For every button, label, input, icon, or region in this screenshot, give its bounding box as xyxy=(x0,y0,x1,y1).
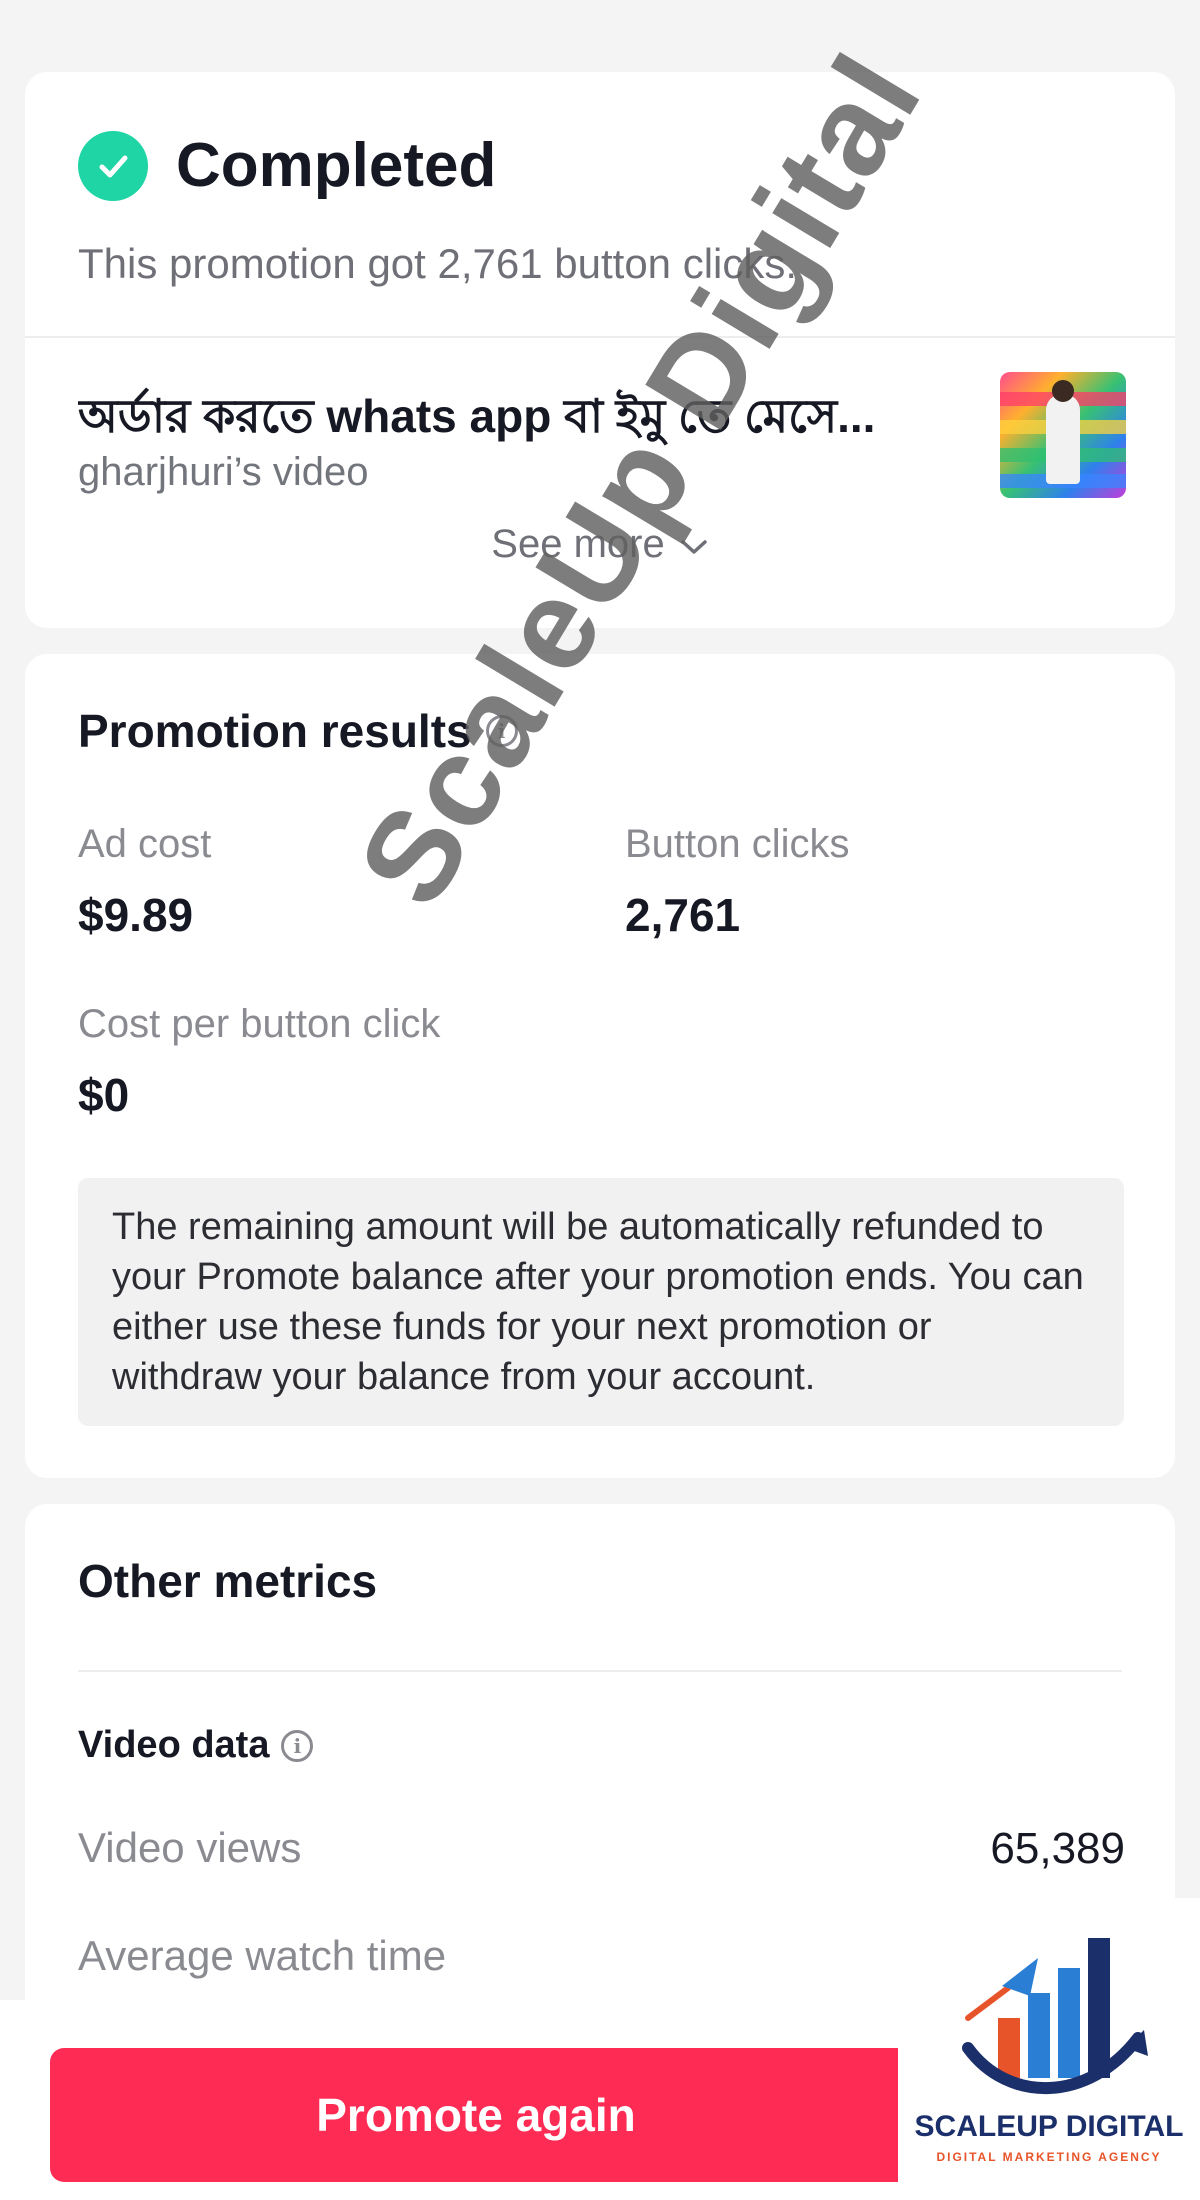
see-more-label: See more xyxy=(491,522,665,566)
info-icon[interactable]: i xyxy=(281,1729,314,1762)
average-watch-time-label: Average watch time xyxy=(78,1932,447,1979)
video-title[interactable]: অর্ডার করতে whats app বা ইমু তে মেসে... xyxy=(78,382,948,458)
agency-logo: SCALEUP DIGITAL DIGITAL MARKETING AGENCY xyxy=(898,1898,1200,2200)
video-data-title: Video data xyxy=(78,1724,270,1766)
video-views-value: 65,389 xyxy=(990,1824,1125,1873)
button-clicks-value: 2,761 xyxy=(625,889,741,941)
divider xyxy=(25,336,1175,338)
button-clicks-label: Button clicks xyxy=(625,822,850,866)
check-circle-icon xyxy=(78,130,148,201)
cost-per-click-label: Cost per button click xyxy=(78,1002,441,1046)
video-thumbnail[interactable] xyxy=(1000,372,1126,498)
promote-again-label: Promote again xyxy=(316,2089,636,2141)
divider xyxy=(78,1670,1122,1672)
video-owner: gharjhuri’s video xyxy=(78,450,369,494)
ad-cost-value: $9.89 xyxy=(78,889,194,941)
logo-name: SCALEUP DIGITAL xyxy=(914,2110,1184,2143)
status-title: Completed xyxy=(176,131,497,200)
promotion-results-heading: Promotion results i xyxy=(78,704,518,758)
promotion-results-title: Promotion results xyxy=(78,705,472,757)
status-row: Completed xyxy=(78,130,496,201)
see-more-link[interactable]: See more xyxy=(25,522,1175,567)
info-icon[interactable]: i xyxy=(485,715,518,747)
chart-rocket-icon xyxy=(962,1938,1148,2094)
refund-notice: The remaining amount will be automatical… xyxy=(78,1178,1124,1426)
logo-tagline: DIGITAL MARKETING AGENCY xyxy=(936,2150,1162,2164)
ad-cost-label: Ad cost xyxy=(78,822,212,866)
chevron-down-icon xyxy=(679,522,709,567)
video-data-heading: Video data i xyxy=(78,1724,314,1767)
cost-per-click-value: $0 xyxy=(78,1069,130,1121)
promotion-results-card: Promotion results i Ad cost $9.89 Button… xyxy=(25,654,1175,1478)
promotion-status-card: Completed This promotion got 2,761 butto… xyxy=(25,72,1175,628)
status-summary: This promotion got 2,761 button clicks. xyxy=(78,240,798,287)
video-views-label: Video views xyxy=(78,1824,302,1871)
other-metrics-title: Other metrics xyxy=(78,1555,378,1607)
